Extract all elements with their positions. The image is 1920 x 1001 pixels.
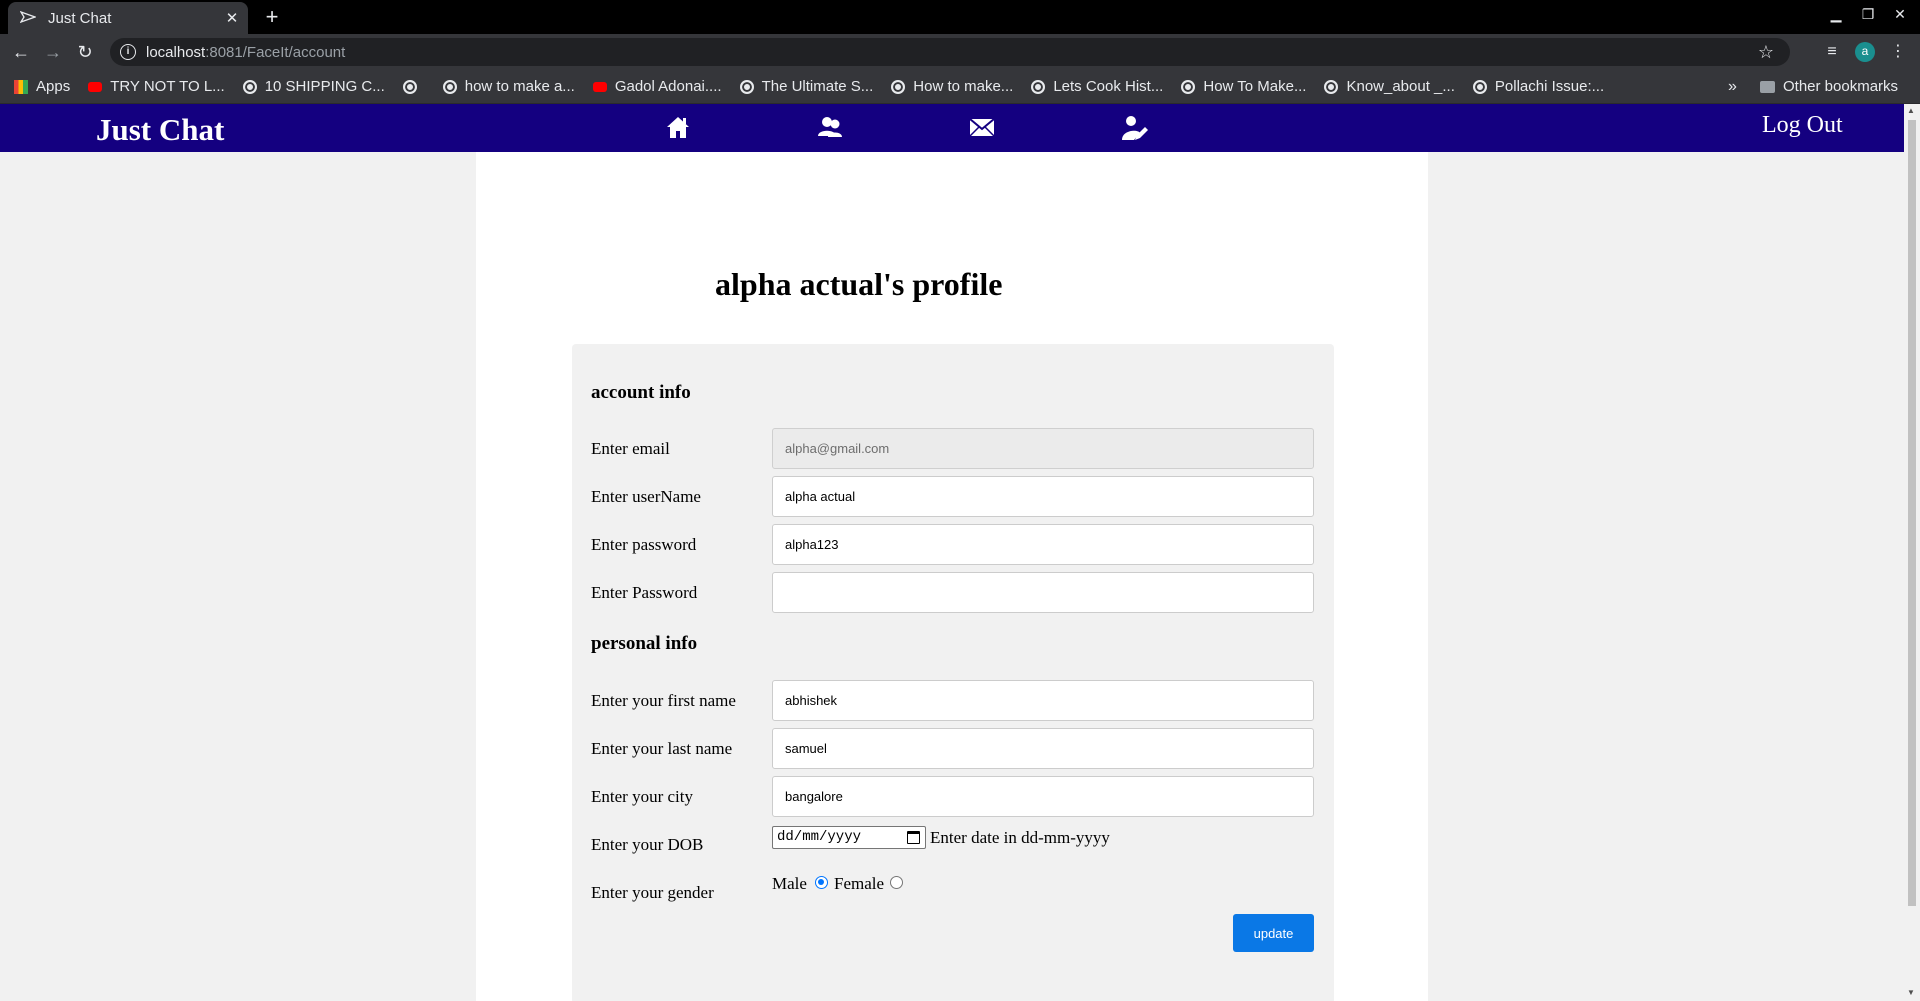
gender-female-radio[interactable] <box>890 876 903 889</box>
media-control-icon[interactable]: ≡ <box>1820 40 1844 64</box>
bookmark-item[interactable]: Know_about _... <box>1324 78 1455 95</box>
personal-info-heading: personal info <box>591 633 698 654</box>
bookmarks-bar: Apps TRY NOT TO L... 10 SHIPPING C... ho… <box>0 70 1920 104</box>
new-tab-button[interactable]: + <box>258 4 286 30</box>
bookmark-item[interactable]: How to make... <box>891 78 1013 95</box>
first-name-field[interactable] <box>772 680 1314 721</box>
scroll-down-icon[interactable]: ▼ <box>1907 988 1915 997</box>
bookmark-item[interactable]: how to make a... <box>442 78 575 95</box>
gender-female-label: Female <box>834 874 885 893</box>
username-label: Enter userName <box>591 487 701 506</box>
dob-placeholder: dd/mm/yyyy <box>777 829 862 845</box>
youtube-icon <box>592 81 607 92</box>
youtube-icon <box>88 81 103 92</box>
profile-avatar[interactable]: a <box>1855 42 1875 62</box>
dob-label: Enter your DOB <box>591 835 704 854</box>
last-name-label: Enter your last name <box>591 739 733 758</box>
password-field[interactable] <box>772 524 1314 565</box>
gender-male-radio[interactable] <box>815 876 828 889</box>
dob-date-picker[interactable]: dd/mm/yyyy <box>772 826 926 849</box>
apps-grid-icon <box>14 79 28 94</box>
reload-icon[interactable]: ↻ <box>72 40 98 64</box>
password-label: Enter password <box>591 535 697 554</box>
globe-icon <box>739 79 754 94</box>
site-info-icon[interactable]: i <box>120 44 136 60</box>
city-field[interactable] <box>772 776 1314 817</box>
page-title: alpha actual's profile <box>715 266 1003 302</box>
globe-icon <box>1472 79 1487 94</box>
account-info-heading: account info <box>591 382 691 403</box>
update-button[interactable]: update <box>1233 914 1314 952</box>
calendar-icon[interactable] <box>907 831 920 844</box>
page-scrollbar[interactable]: ▲ ▼ <box>1904 104 1920 1001</box>
tab-title: Just Chat <box>48 9 112 27</box>
minimize-icon[interactable]: ▁ <box>1824 6 1848 23</box>
bookmark-item[interactable]: Pollachi Issue:... <box>1472 78 1604 95</box>
restore-icon[interactable]: ❐ <box>1856 6 1880 23</box>
forward-icon[interactable]: → <box>40 40 66 64</box>
bookmark-item[interactable]: The Ultimate S... <box>739 78 873 95</box>
globe-icon <box>891 79 906 94</box>
email-field <box>772 428 1314 469</box>
other-bookmarks[interactable]: Other bookmarks <box>1760 78 1898 95</box>
browser-tab-strip: Just Chat ✕ + ▁ ❐ ✕ <box>0 0 1920 34</box>
bookmark-item[interactable]: How To Make... <box>1181 78 1306 95</box>
globe-icon <box>442 79 457 94</box>
bookmark-star-icon[interactable]: ☆ <box>1758 42 1774 63</box>
username-field[interactable] <box>772 476 1314 517</box>
dob-hint: Enter date in dd-mm-yyyy <box>930 828 1110 847</box>
send-icon <box>19 10 40 26</box>
url-path: :8081/FaceIt/account <box>205 43 346 61</box>
folder-icon <box>1760 80 1775 93</box>
bookmark-item[interactable]: TRY NOT TO L... <box>88 78 225 95</box>
close-window-icon[interactable]: ✕ <box>1888 6 1912 23</box>
close-tab-icon[interactable]: ✕ <box>220 9 244 27</box>
scroll-up-icon[interactable]: ▲ <box>1907 106 1915 115</box>
globe-icon <box>1031 79 1046 94</box>
address-bar[interactable]: i localhost :8081/FaceIt/account ☆ <box>110 38 1790 66</box>
globe-icon <box>402 79 417 94</box>
profile-layer: alpha actual's profile account info Ente… <box>0 104 1904 1001</box>
browser-toolbar: ← → ↻ i localhost :8081/FaceIt/account ☆… <box>0 34 1920 70</box>
city-label: Enter your city <box>591 787 693 806</box>
menu-kebab-icon[interactable]: ⋮ <box>1886 40 1910 64</box>
globe-icon <box>1324 79 1339 94</box>
back-icon[interactable]: ← <box>8 40 34 64</box>
bookmark-item[interactable]: Lets Cook Hist... <box>1031 78 1163 95</box>
bookmark-apps[interactable]: Apps <box>14 78 70 95</box>
confirm-password-field[interactable] <box>772 572 1314 613</box>
confirm-password-label: Enter Password <box>591 583 698 602</box>
gender-label: Enter your gender <box>591 883 714 902</box>
bookmark-item[interactable]: 10 SHIPPING C... <box>242 78 385 95</box>
more-bookmarks-icon[interactable]: » <box>1728 78 1737 96</box>
bookmark-item[interactable]: Gadol Adonai.... <box>592 78 722 95</box>
scroll-thumb[interactable] <box>1908 120 1916 906</box>
url-host: localhost <box>146 43 206 61</box>
globe-icon <box>1181 79 1196 94</box>
first-name-label: Enter your first name <box>591 691 736 710</box>
last-name-field[interactable] <box>772 728 1314 769</box>
bookmark-item[interactable] <box>402 79 425 94</box>
browser-tab[interactable]: Just Chat ✕ <box>8 2 248 34</box>
globe-icon <box>242 79 257 94</box>
gender-male-label: Male <box>772 874 807 893</box>
email-label: Enter email <box>591 439 670 458</box>
